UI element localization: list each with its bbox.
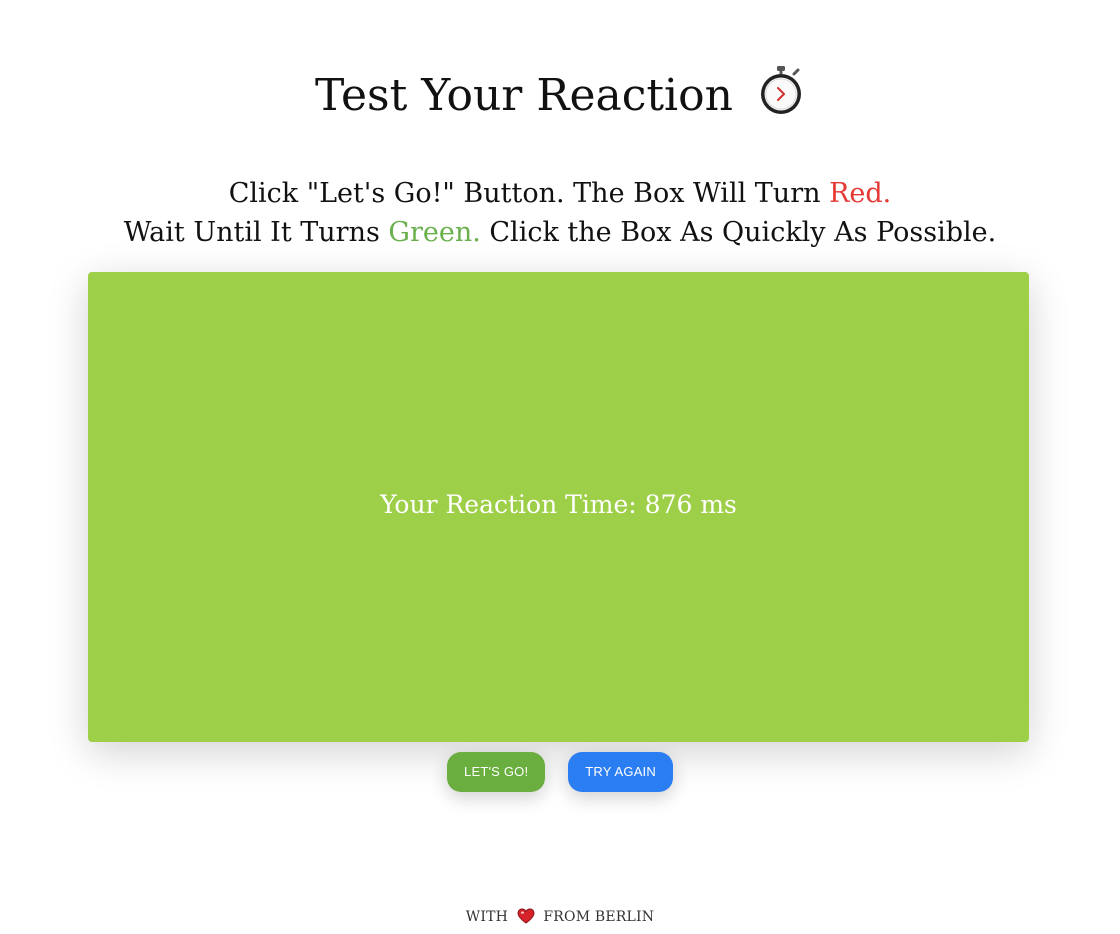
instructions-line-2-text: Wait Until It Turns (123, 217, 389, 248)
instructions-line-2: Wait Until It Turns Green. Click the Box… (0, 213, 1120, 252)
instructions: Click "Let's Go!" Button. The Box Will T… (0, 174, 1120, 252)
try-again-button[interactable]: TRY AGAIN (568, 752, 673, 792)
lets-go-button[interactable]: LET'S GO! (447, 752, 546, 792)
instructions-line-1: Click "Let's Go!" Button. The Box Will T… (0, 174, 1120, 213)
reaction-time-result: Your Reaction Time: 876 ms (380, 489, 737, 519)
button-row: LET'S GO! TRY AGAIN (0, 752, 1120, 792)
reaction-box[interactable]: Your Reaction Time: 876 ms (88, 272, 1029, 742)
page: Test Your Reaction Click "Let's Go!" But… (0, 0, 1120, 934)
page-title-text: Test Your Reaction (315, 70, 733, 121)
heart-icon (517, 908, 535, 924)
footer-text-after: FROM BERLIN (543, 909, 655, 925)
instructions-red-word: Red. (829, 178, 892, 209)
footer: WITH FROM BERLIN (0, 908, 1120, 925)
page-title: Test Your Reaction (0, 64, 1120, 127)
footer-text-before: WITH (465, 909, 509, 925)
stopwatch-icon (757, 64, 805, 116)
instructions-line-2-end: Click the Box As Quickly As Possible. (480, 217, 997, 248)
instructions-green-word: Green. (388, 217, 481, 248)
instructions-line-1-text: Click "Let's Go!" Button. The Box Will T… (228, 178, 830, 209)
